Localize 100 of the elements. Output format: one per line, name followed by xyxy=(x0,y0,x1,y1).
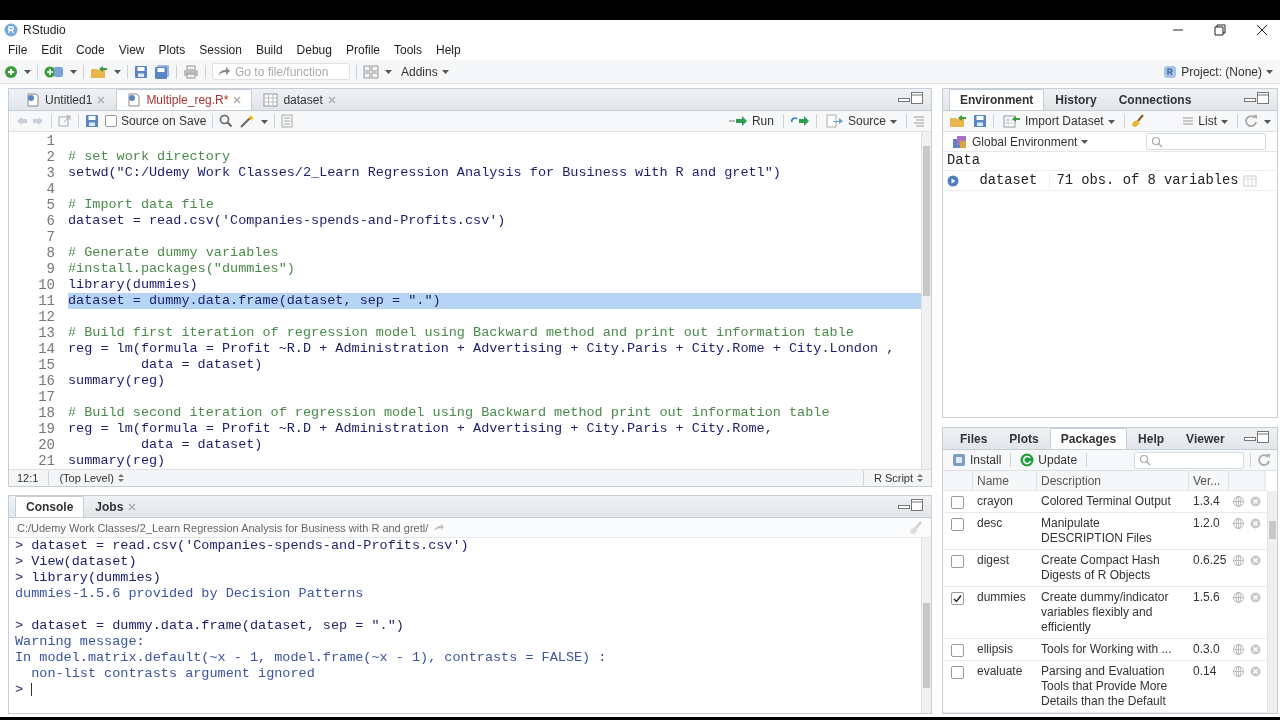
tab[interactable]: Viewer xyxy=(1175,428,1236,449)
menu-item[interactable]: Debug xyxy=(292,41,336,59)
caret-icon[interactable] xyxy=(261,117,269,125)
column-header[interactable]: Name xyxy=(973,471,1037,491)
menu-icon[interactable] xyxy=(913,115,925,127)
object-name[interactable]: dataset xyxy=(979,173,1038,188)
column-header[interactable]: Ver... xyxy=(1189,471,1229,491)
search-icon[interactable] xyxy=(219,114,234,128)
menu-item[interactable]: Profile xyxy=(341,41,384,59)
globe-icon[interactable] xyxy=(1233,555,1244,566)
restore-icon[interactable] xyxy=(1214,24,1226,36)
clear-console-icon[interactable] xyxy=(909,520,923,535)
tab[interactable]: Connections xyxy=(1107,89,1203,110)
maximize-icon[interactable] xyxy=(1257,91,1269,104)
package-name[interactable]: evaluate xyxy=(973,661,1037,682)
tab[interactable]: Environment xyxy=(949,89,1045,110)
tab[interactable]: Files xyxy=(949,428,999,449)
magic-wand-icon[interactable] xyxy=(239,114,256,128)
scrollbar[interactable] xyxy=(1267,491,1277,713)
outline-icon[interactable] xyxy=(281,114,294,128)
import-dataset-button[interactable]: Import Dataset xyxy=(1000,113,1118,129)
show-in-window-icon[interactable] xyxy=(58,114,72,128)
checkbox[interactable] xyxy=(951,496,964,509)
menu-item[interactable]: Plots xyxy=(154,41,190,59)
package-name[interactable]: desc xyxy=(973,513,1037,534)
file-type-label[interactable]: R Script xyxy=(873,472,913,484)
tab[interactable]: History xyxy=(1044,89,1108,110)
maximize-icon[interactable] xyxy=(1257,430,1269,443)
tab[interactable]: Packages xyxy=(1049,428,1128,449)
checkbox[interactable] xyxy=(951,518,964,531)
tab[interactable]: Untitled1 xyxy=(15,89,117,110)
source-button[interactable]: Source xyxy=(822,113,900,129)
checkbox[interactable] xyxy=(951,666,964,679)
refresh-icon[interactable] xyxy=(1244,114,1258,128)
search-field[interactable] xyxy=(1146,133,1266,150)
package-name[interactable]: ellipsis xyxy=(973,639,1037,660)
globe-icon[interactable] xyxy=(1233,496,1244,507)
project-button[interactable]: Project: (None) xyxy=(1160,63,1276,80)
remove-icon[interactable] xyxy=(1250,518,1261,529)
checkbox[interactable] xyxy=(951,592,964,605)
environment-selector[interactable]: Global Environment xyxy=(949,133,1092,150)
run-button[interactable]: Run xyxy=(724,113,777,129)
menu-item[interactable]: Edit xyxy=(37,41,67,59)
globe-icon[interactable] xyxy=(1233,666,1244,677)
caret-icon[interactable] xyxy=(385,68,392,75)
menu-item[interactable]: View xyxy=(114,41,149,59)
close-icon[interactable] xyxy=(1256,24,1268,36)
globe-icon[interactable] xyxy=(1233,592,1244,603)
open-folder-icon[interactable] xyxy=(90,64,108,79)
tab[interactable]: Jobs xyxy=(84,496,148,517)
remove-icon[interactable] xyxy=(1250,555,1261,566)
scrollbar[interactable] xyxy=(921,538,931,713)
new-file-icon[interactable] xyxy=(4,64,18,79)
maximize-icon[interactable] xyxy=(911,498,923,511)
tab[interactable]: Help xyxy=(1127,428,1176,449)
scrollbar[interactable] xyxy=(921,132,931,469)
refresh-icon[interactable] xyxy=(1257,453,1271,467)
package-name[interactable]: dummies xyxy=(973,587,1037,608)
save-all-icon[interactable] xyxy=(154,64,170,79)
package-name[interactable]: digest xyxy=(973,550,1037,571)
checkbox[interactable] xyxy=(105,115,117,127)
caret-icon[interactable] xyxy=(24,68,31,75)
go-to-file-field[interactable]: Go to file/function xyxy=(212,63,350,80)
menu-item[interactable]: File xyxy=(4,41,32,59)
remove-icon[interactable] xyxy=(1250,592,1261,603)
menu-item[interactable]: Code xyxy=(72,41,109,59)
console-prompt[interactable]: > xyxy=(15,682,24,697)
back-forward-icon[interactable] xyxy=(15,115,45,127)
broom-icon[interactable] xyxy=(1130,114,1145,128)
menu-item[interactable]: Tools xyxy=(390,41,426,59)
caret-icon[interactable] xyxy=(114,68,121,75)
expand-icon[interactable] xyxy=(947,174,960,187)
remove-icon[interactable] xyxy=(1250,666,1261,677)
save-icon[interactable] xyxy=(973,114,987,128)
view-mode-button[interactable]: List xyxy=(1179,113,1231,129)
caret-icon[interactable] xyxy=(70,68,77,75)
up-down-icon[interactable] xyxy=(117,473,124,483)
checkbox[interactable] xyxy=(951,555,964,568)
search-field[interactable] xyxy=(1134,451,1244,469)
re-run-icon[interactable] xyxy=(789,115,810,127)
addins-button[interactable]: Addins xyxy=(398,63,452,80)
go-to-directory-icon[interactable] xyxy=(433,522,446,533)
package-name[interactable]: crayon xyxy=(973,491,1037,512)
tab[interactable]: Console xyxy=(15,496,85,517)
scope-label[interactable]: (Top Level) xyxy=(59,472,114,484)
menu-item[interactable]: Build xyxy=(251,41,287,59)
menu-item[interactable]: Help xyxy=(432,41,465,59)
remove-icon[interactable] xyxy=(1250,644,1261,655)
tab[interactable]: Multiple_reg.R* xyxy=(116,89,253,110)
new-project-icon[interactable] xyxy=(44,64,64,79)
menu-item[interactable]: Session xyxy=(195,41,246,59)
remove-icon[interactable] xyxy=(1250,496,1261,507)
up-down-icon[interactable] xyxy=(917,473,923,483)
tab[interactable]: Plots xyxy=(998,428,1050,449)
maximize-icon[interactable] xyxy=(911,91,923,104)
tab[interactable]: dataset xyxy=(252,89,347,110)
print-icon[interactable] xyxy=(183,64,199,79)
pane-layout-icon[interactable] xyxy=(363,64,379,79)
column-header[interactable]: Description xyxy=(1037,471,1189,491)
checkbox[interactable] xyxy=(951,644,964,657)
